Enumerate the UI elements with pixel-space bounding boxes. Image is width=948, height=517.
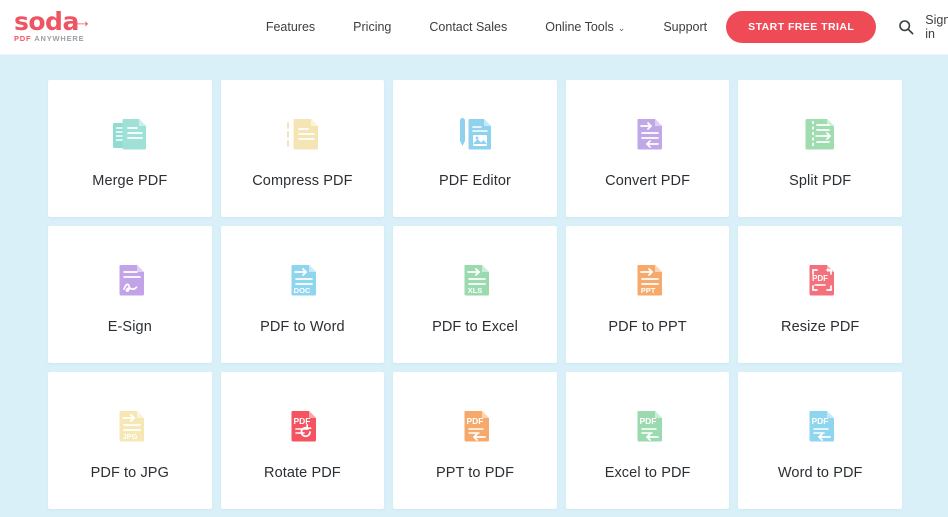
e-sign-icon — [107, 255, 153, 305]
logo-tagline-anywhere: ANYWHERE — [34, 34, 85, 44]
tool-card-pdf-editor[interactable]: PDF Editor — [393, 80, 557, 217]
tool-grid: Merge PDF Compress PDF PDF Editor Conver… — [48, 80, 902, 509]
nav-item-features[interactable]: Features — [247, 20, 334, 34]
logo[interactable]: soda → PDF ANYWHERE — [14, 6, 92, 43]
tool-card-label: PDF to Excel — [432, 318, 518, 335]
nav-label: Features — [265, 20, 316, 34]
tool-card-label: Convert PDF — [605, 172, 691, 189]
tool-card-rotate-pdf[interactable]: PDF Rotate PDF — [220, 372, 385, 509]
tool-card-label: Rotate PDF — [264, 464, 341, 481]
tool-card-e-sign[interactable]: E-Sign — [48, 226, 212, 363]
tool-card-label: PPT to PDF — [435, 464, 515, 481]
badge-text: JPG — [122, 432, 137, 441]
badge-text: PDF — [466, 416, 483, 426]
badge-text: PDF — [812, 274, 828, 283]
page-root: soda → PDF ANYWHERE Features Pricing Con… — [0, 0, 948, 517]
merge-pdf-icon — [107, 109, 153, 159]
tool-card-pdf-to-excel[interactable]: XLS PDF to Excel — [393, 226, 557, 363]
badge-text: PPT — [640, 286, 655, 295]
tool-card-ppt-to-pdf[interactable]: PDF PPT to PDF — [393, 372, 557, 509]
badge-text: PDF — [639, 416, 656, 426]
tool-card-pdf-to-jpg[interactable]: JPG PDF to JPG — [48, 372, 212, 509]
main-navigation: Features Pricing Contact Sales Online To… — [247, 20, 726, 34]
tool-card-label: Compress PDF — [252, 172, 353, 189]
pdf-to-jpg-icon: JPG — [107, 401, 153, 451]
logo-tagline: PDF ANYWHERE — [14, 34, 92, 43]
tool-card-convert-pdf[interactable]: Convert PDF — [565, 80, 730, 217]
tool-card-pdf-to-word[interactable]: DOC PDF to Word — [220, 226, 385, 363]
tool-card-pdf-to-ppt[interactable]: PPT PDF to PPT — [565, 226, 730, 363]
rotate-pdf-icon: PDF — [279, 401, 325, 451]
compress-pdf-icon — [279, 109, 325, 159]
badge-text: PDF — [812, 416, 829, 426]
tool-card-label: E-Sign — [107, 318, 152, 335]
pdf-to-excel-icon: XLS — [452, 255, 498, 305]
ppt-to-pdf-icon: PDF — [452, 401, 498, 451]
logo-wordmark: soda — [14, 6, 79, 36]
nav-label: Online Tools — [545, 20, 614, 34]
word-to-pdf-icon: PDF — [797, 401, 843, 451]
nav-item-support[interactable]: Support — [644, 20, 726, 34]
nav-item-online-tools[interactable]: Online Tools ⌄ — [526, 20, 644, 34]
tool-card-label: Split PDF — [789, 172, 852, 189]
pdf-to-ppt-icon: PPT — [625, 255, 671, 305]
tool-card-compress-pdf[interactable]: Compress PDF — [220, 80, 385, 217]
tool-card-resize-pdf[interactable]: PDF Resize PDF — [738, 226, 902, 363]
sign-in-link[interactable]: Sign in — [925, 13, 948, 41]
logo-top: soda → — [14, 6, 92, 36]
nav-item-contact-sales[interactable]: Contact Sales — [410, 20, 526, 34]
resize-pdf-icon: PDF — [797, 255, 843, 305]
tool-card-label: PDF to JPG — [90, 464, 169, 481]
nav-label: Contact Sales — [429, 20, 508, 34]
tool-card-word-to-pdf[interactable]: PDF Word to PDF — [738, 372, 902, 509]
logo-tagline-pdf: PDF — [14, 34, 32, 44]
excel-to-pdf-icon: PDF — [625, 401, 671, 451]
tool-card-label: PDF to Word — [260, 318, 345, 335]
badge-text: DOC — [294, 286, 311, 295]
tool-card-label: Resize PDF — [781, 318, 860, 335]
search-icon[interactable] — [898, 19, 914, 35]
site-header: soda → PDF ANYWHERE Features Pricing Con… — [0, 0, 948, 55]
tool-card-label: Excel to PDF — [604, 464, 691, 481]
nav-label: Pricing — [353, 20, 392, 34]
pdf-to-word-icon: DOC — [279, 255, 325, 305]
tool-card-label: Merge PDF — [92, 172, 168, 189]
chevron-down-icon: ⌄ — [617, 23, 626, 33]
tool-card-label: PDF to PPT — [608, 318, 687, 335]
split-pdf-icon — [797, 109, 843, 159]
tool-card-merge-pdf[interactable]: Merge PDF — [48, 80, 212, 217]
tool-card-split-pdf[interactable]: Split PDF — [738, 80, 902, 217]
logo-arrow-icon: → — [72, 11, 92, 33]
convert-pdf-icon — [625, 109, 671, 159]
badge-text: XLS — [468, 286, 483, 295]
pdf-editor-icon — [452, 109, 498, 159]
nav-item-pricing[interactable]: Pricing — [334, 20, 410, 34]
tool-card-excel-to-pdf[interactable]: PDF Excel to PDF — [565, 372, 730, 509]
header-actions: START FREE TRIAL Sign in — [726, 11, 948, 43]
tool-card-label: Word to PDF — [777, 464, 863, 481]
tool-card-label: PDF Editor — [439, 172, 511, 189]
nav-label: Support — [663, 20, 708, 34]
start-free-trial-button[interactable]: START FREE TRIAL — [726, 11, 877, 43]
